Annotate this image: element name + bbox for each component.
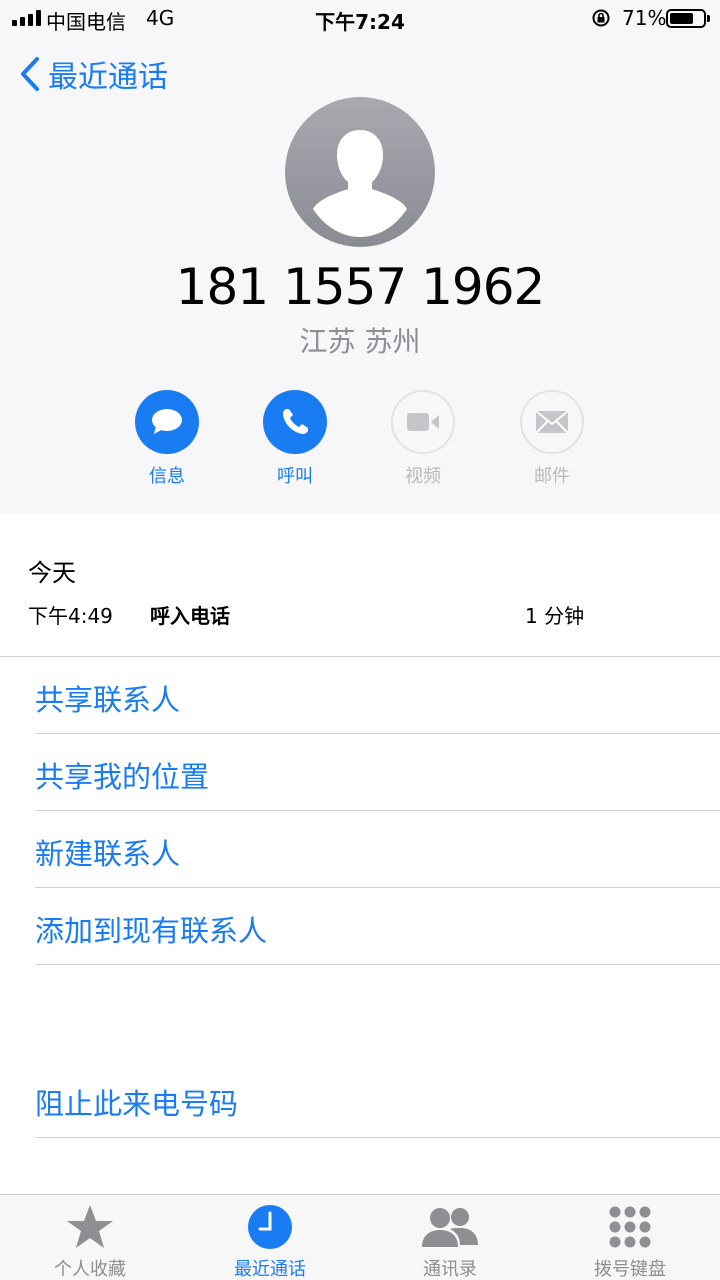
- call-duration: 1 分钟: [525, 604, 585, 628]
- call-button[interactable]: 呼叫: [262, 390, 328, 488]
- message-label: 信息: [149, 466, 185, 487]
- add-to-existing-contact-button[interactable]: 添加到现有联系人: [35, 908, 267, 950]
- mail-button[interactable]: 邮件: [519, 390, 585, 488]
- tab-bar: 个人收藏 最近通话 通讯录 拨号键盘: [0, 1194, 720, 1280]
- tab-keypad[interactable]: 拨号键盘: [550, 1195, 710, 1280]
- battery-icon: [666, 9, 706, 28]
- status-bar: 中国电信 4G 下午7:24 71%: [0, 0, 720, 38]
- keypad-icon: [609, 1206, 651, 1248]
- call-label: 呼叫: [277, 466, 313, 487]
- new-contact-button[interactable]: 新建联系人: [35, 831, 180, 873]
- video-icon: [407, 413, 439, 431]
- tab-recents-label: 最近通话: [234, 1259, 306, 1280]
- divider: [35, 810, 720, 811]
- status-time: 下午7:24: [315, 10, 405, 34]
- phone-location: 江苏 苏州: [299, 325, 421, 358]
- tab-favorites-label: 个人收藏: [54, 1259, 126, 1280]
- message-circle: [135, 390, 199, 454]
- call-time: 下午4:49: [28, 604, 113, 628]
- phone-number: 181 1557 1962: [175, 258, 546, 316]
- call-circle: [263, 390, 327, 454]
- tab-keypad-label: 拨号键盘: [594, 1259, 666, 1280]
- mail-circle: [520, 390, 584, 454]
- tab-contacts-label: 通讯录: [423, 1259, 477, 1280]
- share-contact-button[interactable]: 共享联系人: [35, 677, 180, 719]
- video-button[interactable]: 视频: [390, 390, 456, 488]
- contact-avatar: [285, 97, 435, 247]
- message-button[interactable]: 信息: [134, 390, 200, 488]
- history-day: 今天: [28, 559, 76, 587]
- block-caller-button[interactable]: 阻止此来电号码: [35, 1081, 238, 1123]
- back-label: 最近通话: [48, 60, 168, 95]
- divider: [35, 733, 720, 734]
- tab-favorites[interactable]: 个人收藏: [10, 1195, 170, 1280]
- contacts-icon: [422, 1208, 478, 1247]
- clock-icon: [248, 1205, 292, 1249]
- star-icon: [67, 1205, 113, 1248]
- battery-tip: [707, 15, 710, 22]
- divider: [35, 887, 720, 888]
- video-label: 视频: [405, 466, 441, 487]
- divider: [35, 964, 720, 965]
- mail-label: 邮件: [534, 466, 570, 487]
- share-location-button[interactable]: 共享我的位置: [35, 754, 209, 796]
- tab-contacts[interactable]: 通讯录: [370, 1195, 530, 1280]
- phone-icon: [283, 409, 308, 434]
- divider: [35, 1137, 720, 1138]
- mail-icon: [535, 410, 569, 434]
- battery-percent: 71%: [622, 6, 667, 30]
- message-icon: [152, 409, 182, 434]
- tab-recents[interactable]: 最近通话: [190, 1195, 350, 1280]
- back-button[interactable]: 最近通话: [20, 52, 168, 96]
- battery-fill: [670, 13, 693, 24]
- rotation-lock-icon: [592, 9, 610, 27]
- call-type: 呼入电话: [150, 604, 230, 628]
- chevron-left-icon: [21, 57, 39, 91]
- person-silhouette-icon: [313, 130, 407, 237]
- video-circle: [391, 390, 455, 454]
- divider: [0, 656, 720, 657]
